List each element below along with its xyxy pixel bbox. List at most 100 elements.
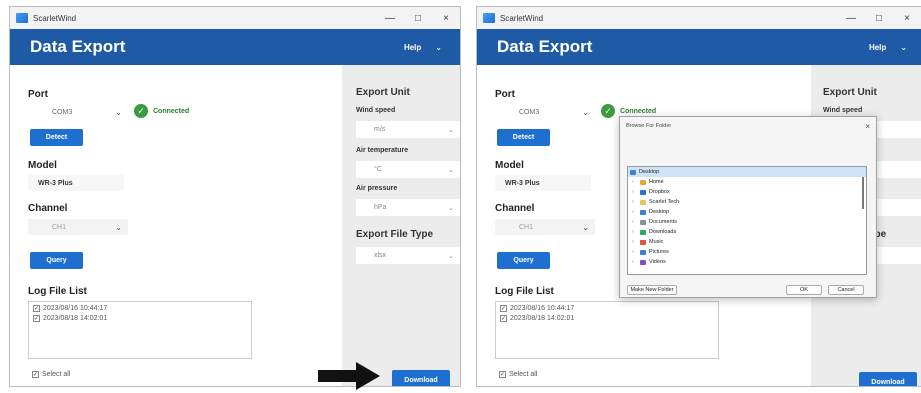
chevron-right-icon[interactable]: › bbox=[632, 199, 637, 205]
chevron-down-icon: ⌄ bbox=[448, 126, 454, 134]
list-item[interactable]: ✓ 2023/08/18 14:02:01 bbox=[500, 315, 718, 322]
checkbox[interactable]: ✓ bbox=[499, 371, 506, 378]
select-all-label: Select all bbox=[42, 371, 71, 378]
chevron-right-icon[interactable]: › bbox=[632, 209, 637, 215]
ok-button[interactable]: OK bbox=[786, 285, 822, 295]
select-all-checkbox[interactable]: ✓ Select all bbox=[499, 371, 537, 378]
air-temperature-label: Air temperature bbox=[356, 147, 409, 154]
channel-select[interactable]: CH1 ⌄ bbox=[28, 219, 128, 235]
page-header: Data Export Help ⌄ bbox=[477, 29, 921, 65]
port-label: Port bbox=[28, 89, 48, 100]
select-all-label: Select all bbox=[509, 371, 538, 378]
folder-tree-item[interactable]: Desktop bbox=[628, 167, 866, 177]
folder-tree-item[interactable]: › Downloads bbox=[628, 227, 866, 237]
help-menu[interactable]: Help ⌄ bbox=[869, 43, 907, 52]
dialog-title: Browse For Folder bbox=[626, 123, 672, 129]
chevron-right-icon[interactable]: › bbox=[632, 229, 637, 235]
export-unit-label: Export Unit bbox=[356, 87, 410, 98]
page-header: Data Export Help ⌄ bbox=[10, 29, 460, 65]
folder-icon bbox=[640, 199, 646, 205]
make-new-folder-button[interactable]: Make New Folder bbox=[627, 285, 677, 295]
export-file-type-select[interactable]: xlsx ⌄ bbox=[356, 247, 460, 264]
folder-icon bbox=[640, 239, 646, 245]
chevron-right-icon[interactable]: › bbox=[632, 239, 637, 245]
download-button[interactable]: Download bbox=[859, 372, 917, 386]
model-value: WR-3 Plus bbox=[28, 175, 124, 191]
minimize-button[interactable]: — bbox=[376, 7, 404, 29]
detect-button[interactable]: Detect bbox=[497, 129, 550, 146]
chevron-right-icon[interactable]: › bbox=[632, 249, 637, 255]
help-menu[interactable]: Help ⌄ bbox=[404, 43, 442, 52]
app-name: ScarletWind bbox=[33, 13, 77, 23]
chevron-down-icon: ⌄ bbox=[115, 107, 122, 117]
folder-tree-item[interactable]: › Videos bbox=[628, 257, 866, 267]
query-button[interactable]: Query bbox=[497, 252, 550, 269]
folder-tree-item[interactable]: › Home bbox=[628, 177, 866, 187]
port-label: Port bbox=[495, 89, 515, 100]
connection-status: ✓ Connected bbox=[134, 104, 189, 118]
folder-tree-item[interactable]: › Dropbox bbox=[628, 187, 866, 197]
chevron-right-icon[interactable]: › bbox=[632, 179, 637, 185]
air-pressure-value: hPa bbox=[374, 204, 387, 211]
page-title: Data Export bbox=[497, 37, 593, 56]
query-button[interactable]: Query bbox=[30, 252, 83, 269]
air-pressure-select[interactable]: hPa ⌄ bbox=[356, 199, 460, 216]
main-panel: Port COM3 ⌄ ✓ Connected Detect Model WR-… bbox=[10, 65, 342, 386]
folder-tree-item[interactable]: › Music bbox=[628, 237, 866, 247]
connection-status-text: Connected bbox=[153, 107, 190, 115]
maximize-button[interactable]: □ bbox=[865, 7, 893, 29]
list-item[interactable]: ✓ 2023/08/18 14:02:01 bbox=[33, 315, 251, 322]
log-file-list-label: Log File List bbox=[28, 286, 87, 297]
log-file-list: ✓ 2023/08/16 10:44:17 ✓ 2023/08/18 14:02… bbox=[28, 301, 252, 359]
folder-tree-item-label: Pictures bbox=[649, 249, 669, 255]
chevron-right-icon[interactable]: › bbox=[632, 189, 637, 195]
checkbox[interactable]: ✓ bbox=[33, 305, 40, 312]
export-file-type-label: Export File Type bbox=[356, 229, 434, 240]
checkbox[interactable]: ✓ bbox=[500, 315, 507, 322]
checkbox[interactable]: ✓ bbox=[500, 305, 507, 312]
chevron-down-icon: ⌄ bbox=[900, 42, 907, 52]
close-button[interactable]: × bbox=[432, 7, 460, 29]
app-name: ScarletWind bbox=[500, 13, 544, 23]
list-item[interactable]: ✓ 2023/08/16 10:44:17 bbox=[33, 305, 251, 312]
folder-icon bbox=[630, 169, 636, 175]
download-button[interactable]: Download bbox=[392, 370, 450, 386]
port-select-value: COM3 bbox=[52, 108, 73, 116]
folder-tree[interactable]: Desktop › Home › Dropbox › Scarlet Tech › Deskto… bbox=[627, 166, 867, 275]
check-circle-icon: ✓ bbox=[134, 104, 148, 118]
channel-select[interactable]: CH1 ⌄ bbox=[495, 219, 595, 235]
air-temperature-select[interactable]: °C ⌄ bbox=[356, 161, 460, 178]
folder-tree-item[interactable]: › Scarlet Tech bbox=[628, 197, 866, 207]
model-label: Model bbox=[28, 160, 57, 171]
folder-icon bbox=[640, 189, 646, 195]
export-settings-panel: Export Unit Wind speed m/s ⌄ Air tempera… bbox=[342, 65, 460, 386]
chevron-down-icon: ⌄ bbox=[448, 204, 454, 212]
wind-speed-select[interactable]: m/s ⌄ bbox=[356, 121, 460, 138]
scrollbar[interactable] bbox=[862, 177, 864, 209]
cancel-button[interactable]: Cancel bbox=[828, 285, 864, 295]
chevron-right-icon[interactable]: › bbox=[632, 259, 637, 265]
folder-icon bbox=[640, 219, 646, 225]
maximize-button[interactable]: □ bbox=[404, 7, 432, 29]
minimize-button[interactable]: — bbox=[837, 7, 865, 29]
wind-speed-label: Wind speed bbox=[356, 107, 396, 114]
app-logo-icon bbox=[483, 13, 495, 23]
folder-tree-item-label: Music bbox=[649, 239, 664, 245]
list-item[interactable]: ✓ 2023/08/16 10:44:17 bbox=[500, 305, 718, 312]
chevron-down-icon: ⌄ bbox=[115, 222, 122, 232]
air-pressure-label: Air pressure bbox=[356, 185, 398, 192]
folder-tree-item[interactable]: › Documents bbox=[628, 217, 866, 227]
detect-button[interactable]: Detect bbox=[30, 129, 83, 146]
chevron-right-icon[interactable]: › bbox=[632, 219, 637, 225]
air-temperature-value: °C bbox=[374, 166, 382, 173]
checkbox[interactable]: ✓ bbox=[33, 315, 40, 322]
close-icon[interactable]: × bbox=[865, 122, 870, 131]
select-all-checkbox[interactable]: ✓ Select all bbox=[32, 371, 70, 378]
folder-tree-item[interactable]: › Pictures bbox=[628, 247, 866, 257]
port-select[interactable]: COM3 ⌄ bbox=[28, 104, 128, 120]
close-button[interactable]: × bbox=[893, 7, 921, 29]
checkbox[interactable]: ✓ bbox=[32, 371, 39, 378]
list-item-label: 2023/08/18 14:02:01 bbox=[510, 315, 575, 322]
folder-tree-item[interactable]: › Desktop bbox=[628, 207, 866, 217]
port-select[interactable]: COM3 ⌄ bbox=[495, 104, 595, 120]
